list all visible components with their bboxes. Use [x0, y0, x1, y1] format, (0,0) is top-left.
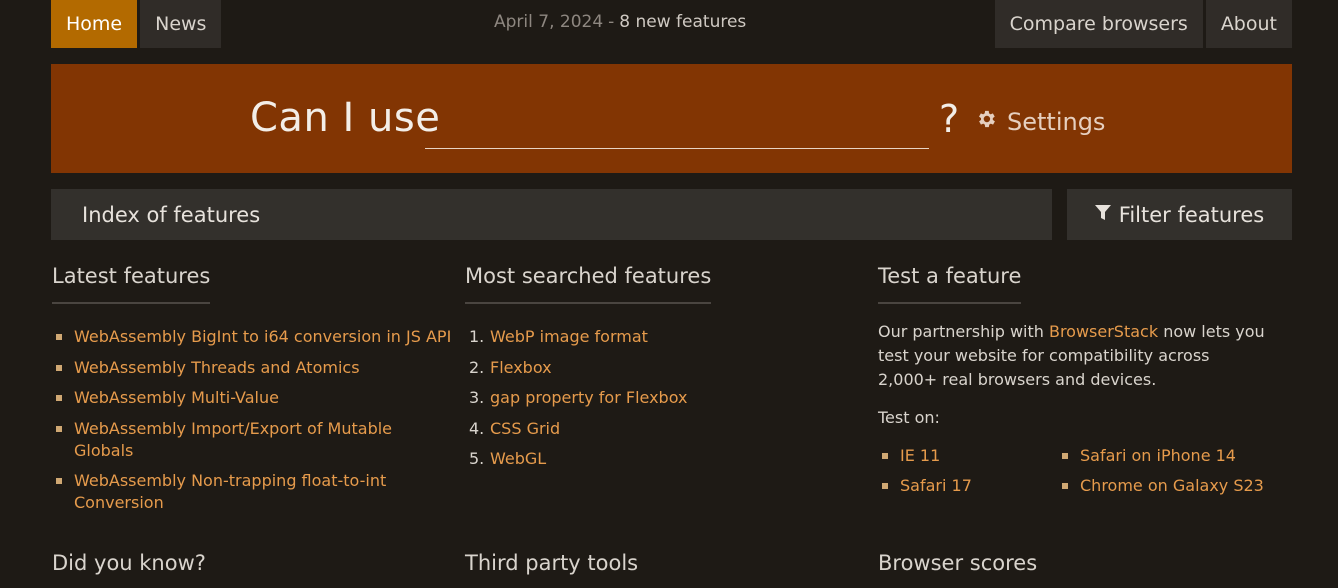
- search-banner: Can I use ? Settings: [51, 64, 1292, 173]
- nav-compare-browsers[interactable]: Compare browsers: [994, 0, 1203, 48]
- index-of-features-bar[interactable]: Index of features: [51, 189, 1052, 240]
- new-features-link[interactable]: 8 new features: [619, 12, 746, 32]
- test-browser-link[interactable]: Safari 17: [878, 475, 1058, 497]
- feature-link[interactable]: gap property for Flexbox: [490, 387, 687, 409]
- nav-home[interactable]: Home: [51, 0, 138, 48]
- test-browser-link[interactable]: Safari on iPhone 14: [1058, 445, 1278, 467]
- main-nav-left: Home News: [51, 0, 222, 48]
- feature-link[interactable]: WebP image format: [490, 326, 648, 348]
- list-number: 3.: [469, 388, 485, 407]
- test-browser-link[interactable]: IE 11: [878, 445, 1058, 467]
- news-summary: April 7, 2024 - 8 new features: [494, 0, 746, 43]
- index-title: Index of features: [82, 202, 261, 227]
- feature-search-input[interactable]: [425, 105, 929, 149]
- news-separator: -: [608, 11, 615, 32]
- news-date: April 7, 2024: [494, 11, 604, 32]
- browser-scores-heading: Browser scores: [878, 551, 1038, 575]
- latest-features-heading: Latest features: [52, 264, 211, 304]
- most-searched-section: Most searched features 1. WebP image form…: [465, 264, 845, 479]
- feature-link[interactable]: WebGL: [490, 448, 546, 470]
- list-item[interactable]: WebAssembly Threads and Atomics: [52, 357, 452, 379]
- third-party-tools-heading: Third party tools: [465, 551, 639, 575]
- filter-icon: [1094, 203, 1111, 227]
- filter-features-button[interactable]: Filter features: [1067, 189, 1292, 240]
- list-item[interactable]: WebAssembly Non-trapping float-to-int Co…: [52, 470, 452, 514]
- list-number: 5.: [469, 449, 485, 468]
- banner-question-mark: ?: [939, 97, 960, 141]
- list-item: 3. gap property for Flexbox: [465, 387, 845, 409]
- list-item: 4. CSS Grid: [465, 418, 845, 440]
- gear-icon: [975, 108, 997, 136]
- most-searched-list: 1. WebP image format 2. Flexbox 3. gap prop…: [465, 326, 845, 470]
- list-item[interactable]: WebAssembly Multi-Value: [52, 387, 452, 409]
- feature-link[interactable]: CSS Grid: [490, 418, 560, 440]
- settings-label: Settings: [1007, 108, 1106, 136]
- list-item: 2. Flexbox: [465, 357, 845, 379]
- feature-link[interactable]: Flexbox: [490, 357, 552, 379]
- latest-features-list: WebAssembly BigInt to i64 conversion in …: [52, 326, 452, 514]
- list-number: 2.: [469, 357, 485, 377]
- test-feature-heading: Test a feature: [878, 264, 1022, 304]
- test-browsers-list: IE 11 Safari on iPhone 14 Safari 17 Chro…: [878, 445, 1298, 497]
- list-number: 4.: [469, 418, 485, 438]
- settings-button[interactable]: Settings: [975, 108, 1105, 136]
- list-number: 1.: [469, 327, 485, 346]
- list-item[interactable]: WebAssembly BigInt to i64 conversion in …: [52, 326, 452, 348]
- banner-title: Can I use: [250, 95, 441, 141]
- nav-about[interactable]: About: [1205, 0, 1292, 48]
- nav-news[interactable]: News: [140, 0, 222, 48]
- test-browser-link[interactable]: Chrome on Galaxy S23: [1058, 475, 1278, 497]
- filter-label: Filter features: [1118, 202, 1265, 227]
- most-searched-heading: Most searched features: [465, 264, 712, 304]
- partnership-text: Our partnership with BrowserStack now le…: [878, 320, 1268, 392]
- browserstack-link[interactable]: BrowserStack: [1049, 322, 1158, 341]
- partnership-text-before: Our partnership with: [878, 322, 1049, 341]
- list-item[interactable]: WebAssembly Import/Export of Mutable Glo…: [52, 418, 452, 462]
- list-item: 5. WebGL: [465, 448, 845, 470]
- test-on-label: Test on:: [878, 408, 940, 427]
- did-you-know-heading: Did you know?: [52, 551, 206, 575]
- list-item: 1. WebP image format: [465, 326, 845, 348]
- main-nav-right: Compare browsers About: [994, 0, 1292, 48]
- test-feature-section: Test a feature Our partnership with Brow…: [878, 264, 1298, 497]
- latest-features-section: Latest features WebAssembly BigInt to i6…: [52, 264, 452, 523]
